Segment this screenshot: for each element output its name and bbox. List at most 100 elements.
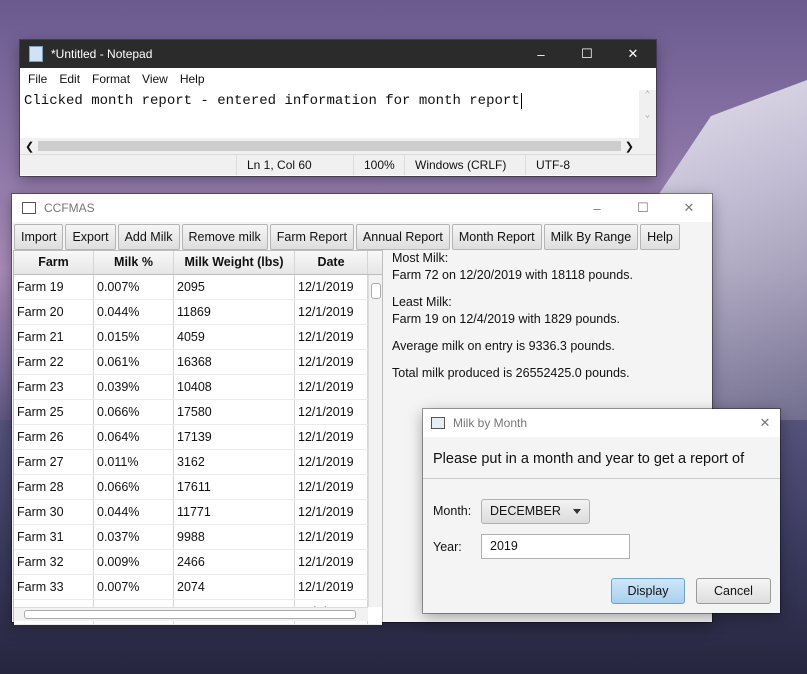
cell-milk-weight: 11771 xyxy=(174,500,295,524)
cell-date: 12/1/2019 xyxy=(295,425,368,449)
table-row[interactable]: Farm 28 0.066% 17611 12/1/2019 xyxy=(14,475,382,500)
cell-milk-weight: 2095 xyxy=(174,275,295,299)
add-milk-button[interactable]: Add Milk xyxy=(117,224,180,250)
column-header-date[interactable]: Date xyxy=(295,251,368,274)
notepad-icon xyxy=(29,46,43,62)
cell-milk-percent: 0.061% xyxy=(94,350,174,374)
table-row[interactable]: Farm 25 0.066% 17580 12/1/2019 xyxy=(14,400,382,425)
horizontal-scrollbar[interactable]: ❮ ❯ xyxy=(20,138,656,154)
table-row[interactable]: Farm 32 0.009% 2466 12/1/2019 xyxy=(14,550,382,575)
status-eol: Windows (CRLF) xyxy=(404,155,525,175)
cell-date: 12/1/2019 xyxy=(295,550,368,574)
notepad-window: *Untitled - Notepad – ☐ ✕ File Edit Form… xyxy=(20,40,656,176)
cell-milk-weight: 10408 xyxy=(174,375,295,399)
table-row[interactable]: Farm 26 0.064% 17139 12/1/2019 xyxy=(14,425,382,450)
display-button[interactable]: Display xyxy=(611,578,685,604)
notepad-text-area[interactable]: Clicked month report - entered informati… xyxy=(20,90,656,138)
menu-format[interactable]: Format xyxy=(86,72,136,86)
status-encoding: UTF-8 xyxy=(525,155,580,175)
table-row[interactable]: Farm 23 0.039% 10408 12/1/2019 xyxy=(14,375,382,400)
annual-report-button[interactable]: Annual Report xyxy=(355,224,450,250)
cell-farm: Farm 32 xyxy=(14,550,94,574)
minimize-icon[interactable]: – xyxy=(518,40,564,68)
table-row[interactable]: Farm 33 0.007% 2074 12/1/2019 xyxy=(14,575,382,600)
dialog-title: Milk by Month xyxy=(453,416,528,430)
help-button[interactable]: Help xyxy=(640,224,680,250)
close-icon[interactable]: ✕ xyxy=(750,409,780,437)
cell-milk-percent: 0.039% xyxy=(94,375,174,399)
least-milk-value: Farm 19 on 12/4/2019 with 1829 pounds. xyxy=(392,312,620,326)
table-row[interactable]: Farm 31 0.037% 9988 12/1/2019 xyxy=(14,525,382,550)
table-row[interactable]: Farm 27 0.011% 3162 12/1/2019 xyxy=(14,450,382,475)
dialog-prompt: Please put in a month and year to get a … xyxy=(423,437,780,479)
month-select[interactable]: DECEMBER xyxy=(481,499,590,524)
cell-farm: Farm 23 xyxy=(14,375,94,399)
cell-date: 12/1/2019 xyxy=(295,475,368,499)
notepad-text: Clicked month report - entered informati… xyxy=(24,93,520,109)
cell-date: 12/1/2019 xyxy=(295,450,368,474)
farm-report-button[interactable]: Farm Report xyxy=(269,224,354,250)
cell-farm: Farm 28 xyxy=(14,475,94,499)
cell-milk-weight: 16368 xyxy=(174,350,295,374)
month-report-button[interactable]: Month Report xyxy=(451,224,542,250)
toolbar: Import Export Add Milk Remove milk Farm … xyxy=(12,222,712,250)
table-horizontal-scrollbar[interactable] xyxy=(14,607,368,621)
cell-milk-percent: 0.066% xyxy=(94,475,174,499)
maximize-icon[interactable]: ☐ xyxy=(564,40,610,68)
cell-farm: Farm 19 xyxy=(14,275,94,299)
cell-milk-percent: 0.015% xyxy=(94,325,174,349)
minimize-icon[interactable]: – xyxy=(574,194,620,222)
scroll-left-icon[interactable]: ❮ xyxy=(20,140,34,153)
menu-edit[interactable]: Edit xyxy=(53,72,86,86)
scroll-thumb[interactable] xyxy=(38,141,621,151)
cell-milk-percent: 0.044% xyxy=(94,300,174,324)
cell-milk-percent: 0.037% xyxy=(94,525,174,549)
year-label: Year: xyxy=(433,540,462,554)
table-row[interactable]: Farm 22 0.061% 16368 12/1/2019 xyxy=(14,350,382,375)
table-row[interactable]: Farm 20 0.044% 11869 12/1/2019 xyxy=(14,300,382,325)
table-row[interactable]: Farm 30 0.044% 11771 12/1/2019 xyxy=(14,500,382,525)
cell-date: 12/1/2019 xyxy=(295,275,368,299)
table-body: Farm 19 0.007% 2095 12/1/2019 Farm 20 0.044% 1… xyxy=(14,275,382,625)
average-milk-text: Average milk on entry is 9336.3 pounds. xyxy=(392,339,615,353)
scroll-thumb[interactable] xyxy=(371,283,381,299)
cell-milk-weight: 2466 xyxy=(174,550,295,574)
column-header-milk-percent[interactable]: Milk % xyxy=(94,251,174,274)
close-icon[interactable]: ✕ xyxy=(610,40,656,68)
close-icon[interactable]: ✕ xyxy=(666,194,712,222)
ccfmas-titlebar[interactable]: CCFMAS – ☐ ✕ xyxy=(12,194,712,222)
notepad-titlebar[interactable]: *Untitled - Notepad – ☐ ✕ xyxy=(20,40,656,68)
scroll-thumb[interactable] xyxy=(24,610,356,619)
table-row[interactable]: Farm 19 0.007% 2095 12/1/2019 xyxy=(14,275,382,300)
milk-by-range-button[interactable]: Milk By Range xyxy=(543,224,639,250)
column-header-milk-weight[interactable]: Milk Weight (lbs) xyxy=(174,251,295,274)
export-button[interactable]: Export xyxy=(65,224,116,250)
cell-farm: Farm 26 xyxy=(14,425,94,449)
cell-date: 12/1/2019 xyxy=(295,575,368,599)
cell-milk-weight: 17611 xyxy=(174,475,295,499)
table-vertical-scrollbar[interactable] xyxy=(368,275,382,607)
cell-milk-weight: 17580 xyxy=(174,400,295,424)
window-icon xyxy=(431,417,445,429)
most-milk-value: Farm 72 on 12/20/2019 with 18118 pounds. xyxy=(392,268,633,282)
month-select-value: DECEMBER xyxy=(490,504,561,518)
import-button[interactable]: Import xyxy=(14,224,64,250)
cell-milk-weight: 3162 xyxy=(174,450,295,474)
maximize-icon[interactable]: ☐ xyxy=(620,194,666,222)
table-row[interactable]: Farm 21 0.015% 4059 12/1/2019 xyxy=(14,325,382,350)
most-milk-label: Most Milk: xyxy=(392,251,449,265)
menu-view[interactable]: View xyxy=(136,72,174,86)
year-input[interactable]: 2019 xyxy=(481,534,630,559)
remove-milk-button[interactable]: Remove milk xyxy=(181,224,268,250)
cell-farm: Farm 27 xyxy=(14,450,94,474)
dialog-titlebar[interactable]: Milk by Month ✕ xyxy=(423,409,780,437)
cell-milk-weight: 11869 xyxy=(174,300,295,324)
cell-milk-percent: 0.009% xyxy=(94,550,174,574)
column-header-farm[interactable]: Farm xyxy=(14,251,94,274)
menu-file[interactable]: File xyxy=(22,72,53,86)
menu-help[interactable]: Help xyxy=(174,72,211,86)
cancel-button[interactable]: Cancel xyxy=(696,578,771,604)
scroll-right-icon[interactable]: ❯ xyxy=(625,140,656,153)
notepad-title: *Untitled - Notepad xyxy=(51,47,153,61)
vertical-scrollbar[interactable]: ⌃ ⌄ xyxy=(639,90,656,138)
